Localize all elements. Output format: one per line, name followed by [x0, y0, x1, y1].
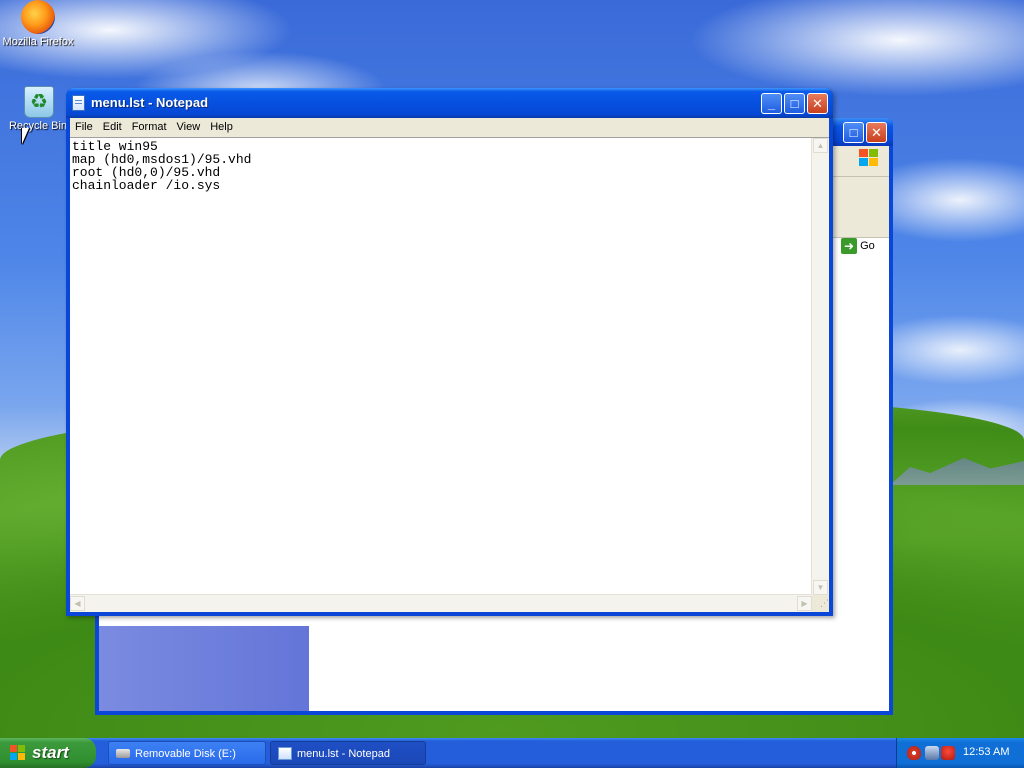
notepad-window[interactable]: menu.lst - Notepad _ □ ✕ File Edit Format V… — [66, 88, 833, 616]
go-arrow-icon: ➜ — [841, 238, 857, 254]
taskbar-item-notepad[interactable]: menu.lst - Notepad — [270, 741, 426, 765]
scroll-left-arrow-icon[interactable]: ◀ — [70, 596, 85, 611]
start-label: start — [32, 743, 69, 762]
menu-bar: File Edit Format View Help — [70, 118, 829, 137]
mouse-cursor-icon — [22, 128, 29, 144]
menu-help[interactable]: Help — [205, 118, 238, 133]
document-text[interactable]: title win95 map (hd0,msdos1)/95.vhd root… — [72, 140, 811, 594]
shield-icon[interactable] — [907, 746, 921, 760]
scroll-up-arrow-icon[interactable]: ▲ — [813, 138, 828, 153]
vertical-scrollbar[interactable]: ▲ ▼ — [811, 138, 829, 595]
drive-icon — [116, 749, 130, 758]
menu-view[interactable]: View — [172, 118, 206, 133]
text-editor-area[interactable]: title win95 map (hd0,msdos1)/95.vhd root… — [70, 137, 829, 612]
go-button[interactable]: ➜ Go — [841, 238, 887, 260]
horizontal-scrollbar[interactable]: ◀ ▶ — [70, 594, 812, 612]
explorer-task-pane — [99, 626, 309, 711]
taskbar: start Removable Disk (E:) menu.lst - Not… — [0, 738, 1024, 768]
start-button[interactable]: start — [0, 738, 96, 768]
desktop-icon-firefox[interactable]: Mozilla Firefox — [2, 0, 74, 48]
maximize-button[interactable]: □ — [843, 122, 864, 143]
notepad-titlebar[interactable]: menu.lst - Notepad _ □ ✕ — [66, 88, 833, 118]
taskbar-item-removable-disk[interactable]: Removable Disk (E:) — [108, 741, 266, 765]
maximize-button[interactable]: □ — [784, 93, 805, 114]
resize-grip-icon[interactable]: ⋰ — [812, 595, 829, 612]
menu-file[interactable]: File — [70, 118, 98, 133]
close-button[interactable]: ✕ — [866, 122, 887, 143]
scroll-right-arrow-icon[interactable]: ▶ — [797, 596, 812, 611]
close-button[interactable]: ✕ — [807, 93, 828, 114]
windows-logo-icon — [10, 745, 26, 761]
scroll-down-arrow-icon[interactable]: ▼ — [813, 580, 828, 595]
minimize-button[interactable]: _ — [761, 93, 782, 114]
menu-edit[interactable]: Edit — [98, 118, 127, 133]
go-label: Go — [860, 239, 875, 252]
security-alert-icon[interactable] — [941, 746, 955, 760]
taskbar-item-label: Removable Disk (E:) — [135, 748, 236, 760]
taskbar-item-label: menu.lst - Notepad — [297, 748, 390, 760]
firefox-icon — [21, 0, 55, 34]
recycle-bin-icon: ♻ — [24, 86, 54, 118]
desktop-icon-label: Mozilla Firefox — [2, 36, 74, 48]
network-icon[interactable] — [925, 746, 939, 760]
notepad-icon — [72, 95, 85, 111]
clock[interactable]: 12:53 AM — [963, 746, 1009, 758]
desktop-icon-label: Recycle Bin — [8, 120, 68, 132]
windows-logo-icon — [859, 149, 879, 167]
menu-format[interactable]: Format — [127, 118, 172, 133]
system-tray: 12:53 AM — [896, 738, 1024, 768]
window-title: menu.lst - Notepad — [91, 95, 209, 110]
desktop-icon-recycle-bin[interactable]: ♻ Recycle Bin — [2, 86, 74, 132]
desktop-wallpaper: Mozilla Firefox ♻ Recycle Bin □ ✕ ➜ Go m… — [0, 0, 1024, 738]
notepad-icon — [278, 747, 292, 760]
